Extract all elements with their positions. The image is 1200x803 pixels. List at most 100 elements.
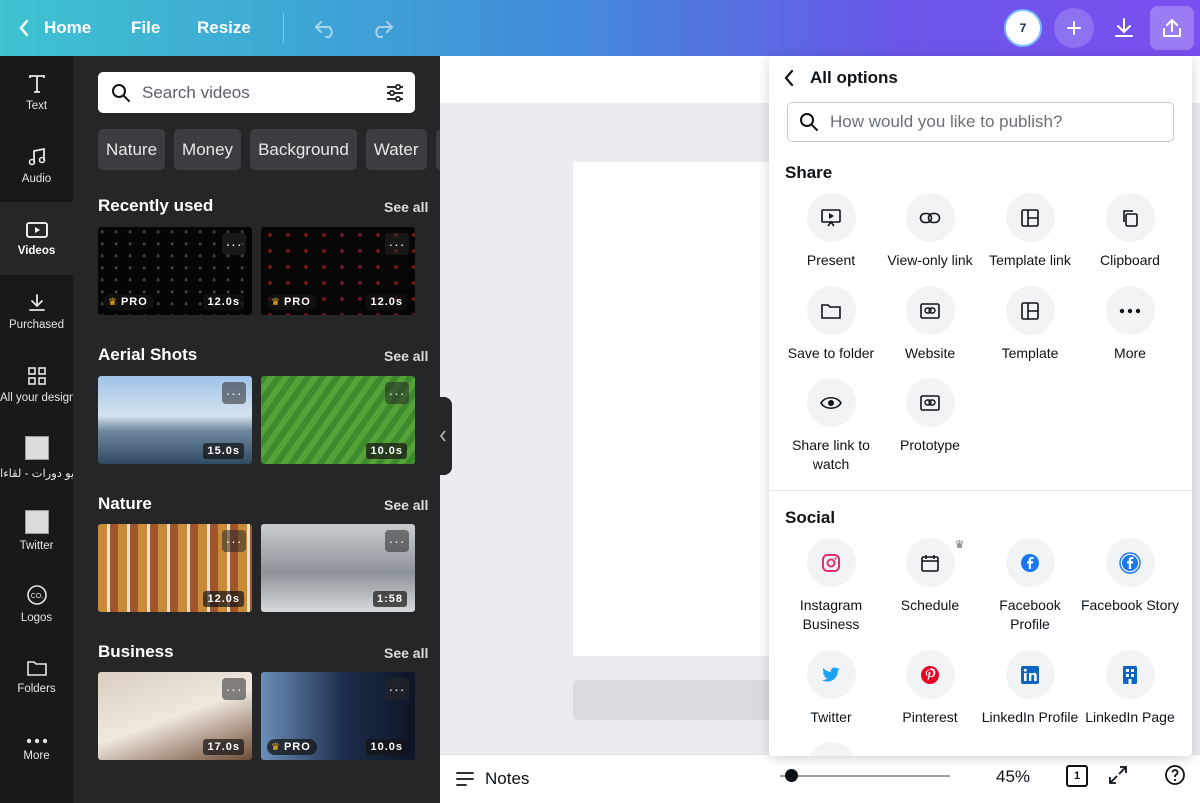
option-label: View-only link <box>887 252 973 268</box>
rail-item-label: Videos <box>17 244 56 257</box>
video-thumbnail[interactable]: ··· 1:58 <box>261 524 415 612</box>
rail-item-logos[interactable]: CO. Logos <box>0 567 73 640</box>
file-menu-button[interactable]: File <box>131 0 197 56</box>
help-button[interactable] <box>1164 764 1186 791</box>
option-label: Twitter <box>810 709 852 725</box>
share-option-view-only-link[interactable]: View-only link <box>880 193 980 270</box>
video-thumbnail[interactable]: ··· ♛ PRO 10.0s <box>261 672 415 760</box>
video-thumbnail[interactable]: ··· 17.0s <box>98 672 252 760</box>
zoom-slider[interactable] <box>780 775 950 777</box>
zoom-level[interactable]: 45% <box>996 767 1030 787</box>
video-thumbnail[interactable]: ··· 10.0s <box>261 376 415 464</box>
social-option-pinterest[interactable]: Pinterest <box>880 650 980 727</box>
calendar-icon <box>921 554 939 572</box>
rail-item-design-arabic[interactable]: فيديو دورات - لقاءا <box>0 421 73 494</box>
see-all-link[interactable]: See all <box>384 348 428 364</box>
video-thumbnail[interactable]: ··· 12.0s <box>98 524 252 612</box>
option-icon-placeholder <box>806 742 856 756</box>
share-option-prototype[interactable]: Prototype <box>880 378 980 455</box>
chip-nature[interactable]: Nature <box>98 129 166 170</box>
chip-background[interactable]: Background <box>250 129 357 170</box>
share-option-share-link-to-watch[interactable]: Share link to watch <box>781 378 881 474</box>
resize-button[interactable]: Resize <box>197 0 277 56</box>
share-option-present[interactable]: Present <box>781 193 881 270</box>
social-option-next[interactable] <box>781 742 881 756</box>
video-search-input[interactable]: Search videos <box>98 72 415 113</box>
option-label: Instagram Business <box>799 597 863 632</box>
rail-item-twitter[interactable]: Twitter <box>0 494 73 567</box>
share-button[interactable] <box>1150 6 1194 50</box>
share-option-template[interactable]: Template <box>980 286 1080 363</box>
chevron-left-icon <box>19 19 29 37</box>
social-option-linkedin-page[interactable]: LinkedIn Page <box>1080 650 1180 727</box>
see-all-link[interactable]: See all <box>384 497 428 513</box>
option-label: Facebook Story <box>1080 597 1180 613</box>
notes-icon <box>456 772 474 786</box>
video-duration: 12.0s <box>366 294 407 310</box>
option-label: LinkedIn Page <box>1085 709 1175 725</box>
collapse-panel-button[interactable] <box>433 397 452 475</box>
rail-item-videos[interactable]: Videos <box>0 202 73 275</box>
zoom-slider-handle[interactable] <box>785 769 798 782</box>
social-option-schedule[interactable]: ♛ Schedule <box>880 538 980 615</box>
more-options-icon[interactable]: ··· <box>222 382 246 404</box>
social-option-facebook-story[interactable]: Facebook Story <box>1080 538 1180 615</box>
more-options-icon[interactable]: ··· <box>222 233 246 255</box>
back-arrow-icon <box>784 69 794 87</box>
rail-item-text[interactable]: Text <box>0 56 73 129</box>
see-all-link[interactable]: See all <box>384 645 428 661</box>
see-all-link[interactable]: See all <box>384 199 428 215</box>
video-thumbnail[interactable]: ··· 15.0s <box>98 376 252 464</box>
user-avatar[interactable]: 7 <box>1004 9 1042 47</box>
more-options-icon[interactable]: ··· <box>222 530 246 552</box>
pro-badge: ♛ PRO <box>267 294 317 310</box>
video-thumbnail[interactable]: ··· ♛ PRO 12.0s <box>261 227 415 315</box>
chip-money[interactable]: Money <box>174 129 242 170</box>
option-label: LinkedIn Profile <box>981 709 1079 725</box>
clipboard-icon <box>1123 209 1138 227</box>
fullscreen-button[interactable] <box>1108 765 1128 790</box>
video-duration: 12.0s <box>203 591 244 607</box>
redo-button[interactable] <box>354 0 410 56</box>
more-options-icon[interactable]: ··· <box>385 530 409 552</box>
crown-icon: ♛ <box>108 296 118 308</box>
chips-next-button[interactable] <box>435 129 440 170</box>
rail-item-label: فيديو دورات - لقاءا <box>0 467 73 480</box>
more-options-icon[interactable]: ··· <box>222 678 246 700</box>
all-options-header[interactable]: All options <box>783 68 898 88</box>
publish-search-input[interactable]: How would you like to publish? <box>787 102 1174 142</box>
notes-button[interactable]: Notes <box>455 769 529 789</box>
filter-icon[interactable] <box>385 83 405 103</box>
social-option-linkedin-profile[interactable]: LinkedIn Profile <box>980 650 1080 727</box>
more-options-icon[interactable]: ··· <box>385 233 409 255</box>
add-collaborator-button[interactable] <box>1054 8 1094 48</box>
option-label: Save to folder <box>787 345 875 361</box>
more-options-icon[interactable]: ··· <box>385 678 409 700</box>
share-option-clipboard[interactable]: Clipboard <box>1080 193 1180 270</box>
download-button[interactable] <box>1102 6 1146 50</box>
undo-button[interactable] <box>298 0 354 56</box>
social-option-facebook-profile[interactable]: Facebook Profile <box>980 538 1080 634</box>
social-option-twitter[interactable]: Twitter <box>781 650 881 727</box>
rail-item-more[interactable]: More <box>0 713 73 786</box>
rail-item-all-designs[interactable]: All your designs <box>0 348 73 421</box>
video-thumbnail[interactable]: ··· ♛ PRO 12.0s <box>98 227 252 315</box>
share-option-save-to-folder[interactable]: Save to folder <box>781 286 881 363</box>
home-button[interactable]: Home <box>0 0 110 56</box>
rail-item-audio[interactable]: Audio <box>0 129 73 202</box>
share-option-template-link[interactable]: Template link <box>980 193 1080 270</box>
share-option-website[interactable]: Website <box>880 286 980 363</box>
chip-water[interactable]: Water <box>365 129 427 170</box>
linkedin-icon <box>1021 665 1039 684</box>
rail-item-folders[interactable]: Folders <box>0 640 73 713</box>
social-option-instagram-business[interactable]: Instagram Business <box>781 538 881 634</box>
website-icon <box>920 302 940 319</box>
more-options-icon[interactable]: ··· <box>385 382 409 404</box>
option-label: Template link <box>989 252 1071 268</box>
rail-item-purchased[interactable]: Purchased <box>0 275 73 348</box>
search-icon <box>800 113 818 131</box>
page-count-button[interactable]: 1 <box>1066 765 1088 787</box>
share-option-more[interactable]: More <box>1080 286 1180 363</box>
template-icon <box>1021 208 1039 227</box>
rail-item-label: All your designs <box>0 391 73 404</box>
